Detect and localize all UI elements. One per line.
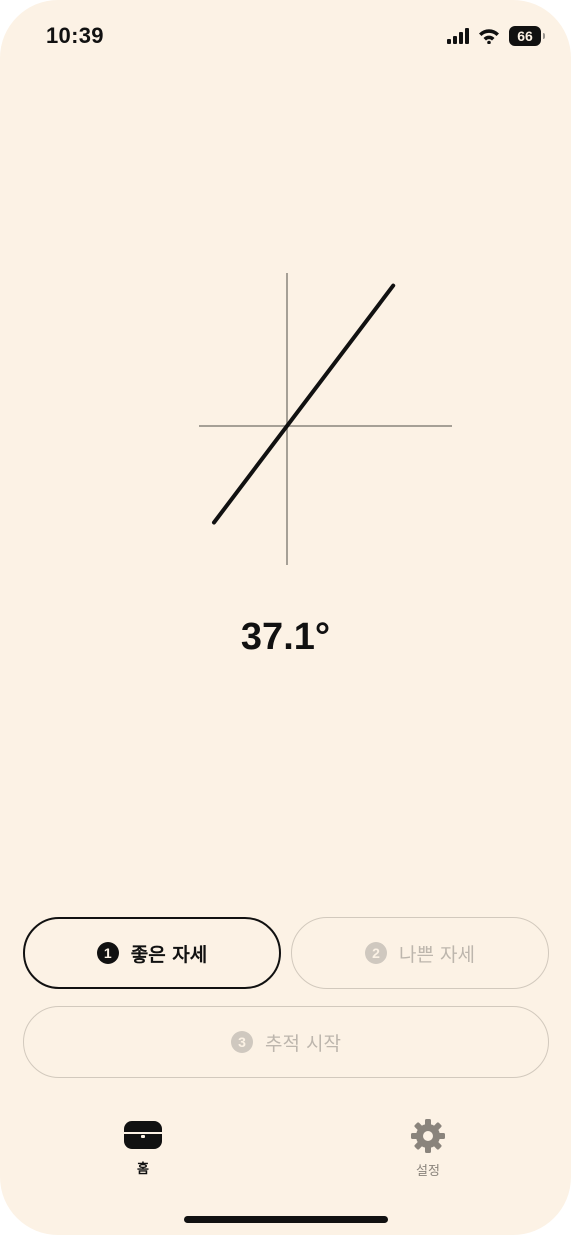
bad-posture-label: 나쁜 자세	[399, 943, 475, 966]
step-number-badge: 1	[96, 942, 119, 964]
tilt-line	[212, 283, 396, 525]
phone-screen: 10:39 66 37.1° 1 좋은 자세 2 나쁜 자세 3 추적 시작 홈…	[0, 0, 571, 1235]
angle-readout: 37.1°	[240, 616, 331, 658]
tab-home-label: 홈	[137, 1162, 149, 1177]
gear-icon	[411, 1119, 445, 1153]
tab-bar: 홈 설정	[0, 1118, 571, 1198]
bad-posture-button[interactable]: 2 나쁜 자세	[291, 917, 549, 989]
tab-settings-label: 설정	[416, 1164, 440, 1179]
start-tracking-button[interactable]: 3 추적 시작	[23, 1006, 549, 1078]
wifi-icon	[479, 29, 499, 44]
home-case-icon	[124, 1121, 162, 1149]
step-number-badge: 3	[231, 1031, 254, 1053]
cellular-signal-icon	[447, 28, 469, 44]
home-indicator	[184, 1216, 388, 1223]
battery-tip	[543, 33, 545, 39]
battery-icon: 66	[509, 26, 545, 46]
good-posture-button[interactable]: 1 좋은 자세	[23, 917, 281, 989]
start-tracking-label: 추적 시작	[265, 1032, 341, 1055]
battery-level: 66	[517, 28, 533, 44]
step-number-badge: 2	[365, 942, 388, 964]
status-icons: 66	[447, 26, 545, 46]
angle-indicator	[199, 273, 452, 565]
tab-settings[interactable]: 설정	[378, 1118, 478, 1179]
tab-home[interactable]: 홈	[93, 1118, 193, 1177]
status-bar: 10:39 66	[0, 0, 571, 74]
status-time: 10:39	[46, 23, 104, 48]
good-posture-label: 좋은 자세	[130, 943, 208, 966]
